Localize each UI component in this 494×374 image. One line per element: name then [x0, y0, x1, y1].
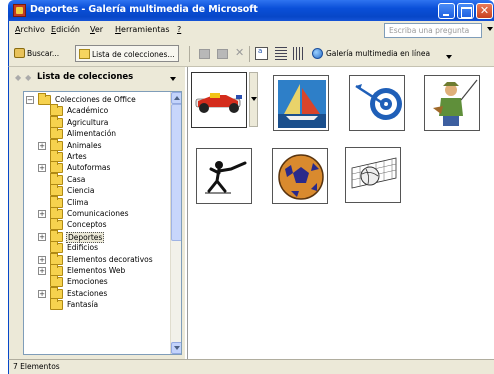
folder-icon [50, 264, 63, 276]
tree-item-label: Colecciones de Office [55, 95, 136, 104]
tree-item-label: Emociones [67, 277, 108, 287]
folder-icon [50, 127, 63, 140]
scroll-up-icon[interactable] [171, 92, 181, 104]
tree-item-label: Fantasía [67, 300, 99, 310]
tree-item-label: Edificios [67, 243, 99, 253]
menu-herramientas[interactable]: Herramientas [115, 25, 170, 34]
folder-icon [50, 229, 63, 242]
collapse-icon[interactable]: − [26, 96, 34, 104]
tree-item-label: Animales [67, 140, 102, 150]
tree-item-label: Casa [67, 174, 86, 184]
fisherman-clip[interactable] [424, 75, 480, 131]
ask-question-input[interactable]: Escriba una pregunta [384, 23, 482, 38]
list-icon[interactable] [275, 47, 287, 60]
search-icon [14, 48, 25, 58]
folder-icon [50, 184, 63, 197]
folder-icon [50, 275, 63, 288]
scroll-thumb[interactable] [171, 104, 181, 241]
window-title: Deportes - Galería multimedia de Microso… [30, 4, 258, 15]
back-forward-icon[interactable]: ◆◆ [15, 73, 35, 82]
folder-icon [50, 172, 63, 185]
clip-menu-dropdown[interactable] [249, 72, 258, 127]
folder-icon [50, 252, 63, 265]
tree-item-label: Estaciones [67, 288, 108, 298]
folder-icon [50, 104, 63, 117]
scroll-down-icon[interactable] [171, 342, 181, 354]
toolbar: Buscar... Lista de colecciones... ✕ Gale… [8, 40, 494, 67]
folder-icon [50, 241, 63, 254]
clip-gallery-app-icon[interactable] [13, 4, 26, 17]
collection-tree[interactable]: Fantasía + Estaciones Emociones + Elementos W… [23, 91, 182, 355]
tree-item-label: Ciencia [67, 186, 95, 196]
details-icon[interactable] [293, 47, 305, 60]
ask-question-dropdown-icon[interactable] [487, 27, 493, 31]
folder-icon [50, 207, 63, 219]
expand-icon[interactable]: + [38, 232, 46, 241]
folder-icon [50, 218, 63, 231]
clips-pane [187, 67, 494, 359]
expand-icon[interactable]: + [38, 210, 46, 218]
tree-item-label: Clima [67, 197, 89, 207]
menu-edicion[interactable]: Edición [51, 25, 80, 34]
menu-ayuda[interactable]: ? [177, 25, 181, 34]
copy-icon[interactable] [199, 49, 210, 59]
folder-icon [50, 161, 63, 174]
collection-list-pane: ◆◆ Lista de colecciones Fantasía + Estacio… [8, 67, 185, 359]
race-car-clip[interactable] [191, 72, 247, 128]
folder-icon [50, 150, 63, 162]
menu-bar: Archivo Edición Ver Herramientas ? Escri… [8, 21, 494, 40]
status-item-count: 7 Elementos [13, 362, 60, 371]
folder-icon [79, 49, 90, 59]
tree-item-label: Elementos Web [67, 266, 126, 275]
pane-title: Lista de colecciones [37, 72, 134, 82]
volleyball-net-clip[interactable] [345, 147, 401, 203]
folder-icon [38, 93, 51, 105]
maximize-icon [458, 4, 473, 18]
folder-icon [50, 115, 63, 128]
expand-icon[interactable]: + [38, 289, 46, 298]
tree-item-label: Elementos decorativos [67, 254, 153, 264]
delete-icon[interactable]: ✕ [235, 46, 244, 59]
tree-item-label: Agricultura [67, 117, 109, 127]
menu-ver[interactable]: Ver [90, 25, 103, 34]
tree-scrollbar[interactable] [170, 92, 181, 354]
toolbar-separator [189, 46, 190, 62]
online-gallery-dropdown-icon[interactable] [446, 55, 452, 59]
expand-icon[interactable]: + [38, 255, 46, 264]
tree-item-label: Artes [67, 152, 87, 161]
folder-icon [50, 195, 63, 208]
tree-item-label: Deportes [66, 231, 105, 243]
maximize-button[interactable] [457, 3, 474, 19]
folder-icon [50, 286, 63, 299]
status-bar: 7 Elementos [8, 359, 494, 374]
menu-archivo[interactable]: Archivo [15, 25, 45, 34]
title-bar: Deportes - Galería multimedia de Microso… [8, 0, 494, 21]
expand-icon[interactable]: + [38, 164, 46, 173]
pane-dropdown-icon[interactable] [170, 77, 176, 81]
tree-item-label: Alimentación [67, 129, 117, 139]
folder-icon [50, 138, 63, 151]
thumbnails-icon[interactable] [255, 47, 268, 60]
online-gallery-button[interactable]: Galería multimedia en línea [326, 49, 430, 58]
tree-item-label: Comunicaciones [67, 209, 129, 218]
toolbar-separator [249, 46, 250, 62]
globe-icon [312, 48, 323, 59]
tree-item-label: Conceptos [67, 220, 107, 230]
close-button[interactable]: ✕ [476, 3, 493, 19]
tree-item-label: Autoformas [67, 163, 111, 173]
expand-icon[interactable]: + [38, 267, 46, 275]
sailboat-clip[interactable] [273, 75, 329, 131]
fencer-clip[interactable] [196, 148, 252, 204]
paste-icon[interactable] [217, 49, 228, 59]
collection-list-button[interactable]: Lista de colecciones... [75, 45, 179, 62]
search-button[interactable]: Buscar... [11, 45, 62, 62]
minimize-button[interactable] [438, 3, 455, 19]
soccer-ball-clip[interactable] [272, 148, 328, 204]
folder-icon [50, 298, 63, 311]
close-icon: ✕ [479, 4, 490, 17]
minimize-icon [439, 4, 454, 18]
tree-item-label: Académico [67, 106, 109, 116]
target-arrow-clip[interactable] [349, 75, 405, 131]
expand-icon[interactable]: + [38, 141, 46, 150]
